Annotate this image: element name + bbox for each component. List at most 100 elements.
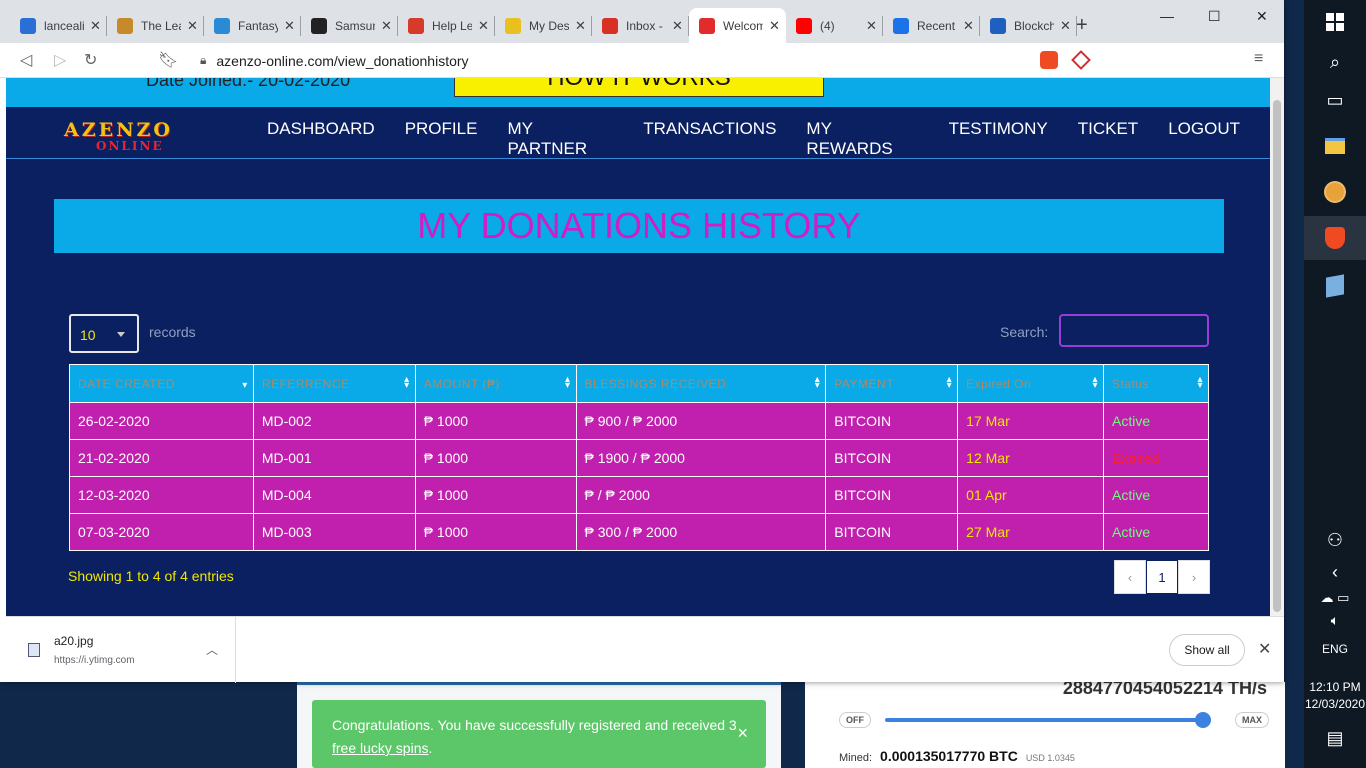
sort-icon[interactable]: ▴ ▾ xyxy=(947,375,953,391)
sort-icon[interactable]: ▾ xyxy=(242,377,248,391)
brave-rewards-icon[interactable] xyxy=(1071,50,1091,70)
page-scrollbar[interactable] xyxy=(1270,78,1284,616)
close-icon[interactable]: ✕ xyxy=(672,18,683,34)
notifications-icon[interactable]: ▤ xyxy=(1304,716,1366,760)
language-indicator[interactable]: ENG xyxy=(1304,642,1366,656)
browser-tab[interactable]: Samsun ✕ xyxy=(301,8,398,43)
browser-tab[interactable]: Recent ✕ xyxy=(883,8,980,43)
browser-tab[interactable]: Welcom ✕ xyxy=(689,8,786,43)
close-icon[interactable]: ✕ xyxy=(769,18,780,34)
column-header[interactable]: DATE CREATED ▾ xyxy=(69,364,254,403)
power-slider[interactable]: OFF MAX xyxy=(839,712,1269,728)
table-cell: ₱ 1000 xyxy=(414,402,577,440)
table-cell: BITCOIN xyxy=(825,439,959,477)
table-cell: 12 Mar xyxy=(957,439,1105,477)
column-header[interactable]: Status ▴ ▾ xyxy=(1103,364,1209,403)
column-header[interactable]: AMOUNT (₱) ▴ ▾ xyxy=(414,364,577,403)
sort-icon[interactable]: ▴ ▾ xyxy=(1092,375,1098,391)
close-icon[interactable]: ✕ xyxy=(187,18,198,34)
sort-icon[interactable]: ▴ ▾ xyxy=(404,375,410,391)
volume-icon[interactable]: 🔈︎ xyxy=(1304,598,1366,642)
pagination-next[interactable]: › xyxy=(1178,560,1210,594)
column-header[interactable]: Expired On ▴ ▾ xyxy=(957,364,1105,403)
pagination-page-1[interactable]: 1 xyxy=(1146,560,1178,594)
nav-profile[interactable]: PROFILE xyxy=(405,119,478,159)
forward-icon[interactable]: ▷ xyxy=(54,50,66,70)
nav-my-partner[interactable]: MY PARTNER xyxy=(507,119,613,159)
close-icon[interactable]: ✕ xyxy=(90,18,101,34)
close-icon[interactable]: ✕ xyxy=(575,18,586,34)
close-icon[interactable]: ✕ xyxy=(963,18,974,34)
menu-icon[interactable]: ≡ xyxy=(1254,50,1263,68)
maximize-icon[interactable]: ☐ xyxy=(1208,8,1221,25)
browser-tab[interactable]: Blockch ✕ xyxy=(980,8,1077,43)
tab-title: Inbox - xyxy=(626,18,663,33)
close-icon[interactable]: ✕ xyxy=(866,18,877,34)
new-tab-icon[interactable]: + xyxy=(1076,14,1088,37)
sort-icon[interactable]: ▴ ▾ xyxy=(565,375,571,391)
favicon-icon xyxy=(20,17,36,34)
how-it-works-button[interactable]: HOW IT WORKS xyxy=(454,78,824,97)
chevron-up-icon[interactable]: ︿ xyxy=(206,641,218,658)
close-icon[interactable]: ✕ xyxy=(1258,639,1271,659)
file-explorer-icon[interactable] xyxy=(1304,124,1366,168)
close-icon[interactable]: × xyxy=(737,722,748,745)
site-logo[interactable]: AZENZO ONLINE xyxy=(64,115,214,153)
close-icon[interactable]: ✕ xyxy=(478,18,489,34)
bookmark-icon[interactable]: 🔖︎ xyxy=(158,50,178,70)
sort-icon[interactable]: ▴ ▾ xyxy=(815,375,821,391)
browser-tab[interactable]: (4) ✕ xyxy=(786,8,883,43)
table-cell: Active xyxy=(1103,513,1209,551)
column-header[interactable]: REFERRENCE ▴ ▾ xyxy=(252,364,416,403)
close-icon[interactable]: ✕ xyxy=(381,18,392,34)
browser-tab[interactable]: My Des ✕ xyxy=(495,8,592,43)
notepad-icon[interactable] xyxy=(1304,264,1366,308)
table-row: 07-03-2020 MD-003 ₱ 1000 ₱ 300 / ₱ 2000 BITC… xyxy=(69,513,1209,551)
nav-my-rewards[interactable]: MY REWARDS xyxy=(806,119,918,159)
app-icon-coin[interactable] xyxy=(1304,170,1366,214)
browser-tab[interactable]: Fantasy ✕ xyxy=(204,8,301,43)
brave-browser-icon[interactable] xyxy=(1304,216,1366,260)
clock-time[interactable]: 12:10 PM xyxy=(1304,680,1366,694)
column-header[interactable]: PAYMENT ▴ ▾ xyxy=(825,364,959,403)
success-toast: Congratulations. You have successfully r… xyxy=(312,700,766,768)
brave-shields-icon[interactable] xyxy=(1040,51,1058,69)
browser-tab[interactable]: The Lea ✕ xyxy=(107,8,204,43)
search-input[interactable] xyxy=(1059,314,1209,347)
table-cell: Active xyxy=(1103,402,1209,440)
show-all-button[interactable]: Show all xyxy=(1169,634,1245,666)
browser-tab[interactable]: Inbox - ✕ xyxy=(592,8,689,43)
close-window-icon[interactable]: ✕ xyxy=(1256,8,1268,25)
back-icon[interactable]: ◁ xyxy=(20,50,32,70)
browser-tab[interactable]: lancealin ✕ xyxy=(10,8,107,43)
nav-ticket[interactable]: TICKET xyxy=(1078,119,1138,159)
background-window-right: 2884770454052214 TH/s OFF MAX Mined: 0.00… xyxy=(805,678,1285,768)
pagination-prev[interactable]: ‹ xyxy=(1114,560,1146,594)
windows-start-icon[interactable] xyxy=(1304,0,1366,44)
address-bar[interactable]: 🔒︎ azenzo-online.com/view_donationhistor… xyxy=(184,47,1030,74)
table-cell: ₱ 1000 xyxy=(414,476,577,514)
table-cell: 27 Mar xyxy=(957,513,1105,551)
nav-logout[interactable]: LOGOUT xyxy=(1168,119,1240,159)
records-per-page-select[interactable]: 10 xyxy=(69,314,139,353)
toast-link[interactable]: free lucky spins xyxy=(332,740,428,756)
table-cell: 01 Apr xyxy=(957,476,1105,514)
nav-testimony[interactable]: TESTIMONY xyxy=(949,119,1048,159)
table-cell: ₱ 900 / ₱ 2000 xyxy=(575,402,827,440)
nav-transactions[interactable]: TRANSACTIONS xyxy=(643,119,776,159)
reload-icon[interactable]: ↻ xyxy=(84,50,97,70)
minimize-icon[interactable]: — xyxy=(1160,8,1174,24)
clock-date[interactable]: 12/03/2020 xyxy=(1304,697,1366,711)
browser-tab[interactable]: Help Le ✕ xyxy=(398,8,495,43)
sort-icon[interactable]: ▴ ▾ xyxy=(1197,375,1203,391)
caret-down-icon xyxy=(117,332,125,337)
slider-thumb[interactable] xyxy=(1195,712,1211,728)
nav-dashboard[interactable]: DASHBOARD xyxy=(267,119,375,159)
scrollbar-thumb[interactable] xyxy=(1273,100,1281,612)
close-icon[interactable]: ✕ xyxy=(1060,18,1071,34)
column-header[interactable]: BLESSINGS RECEIVED ▴ ▾ xyxy=(575,364,827,403)
close-icon[interactable]: ✕ xyxy=(284,18,295,34)
task-view-icon[interactable]: ▭ xyxy=(1304,78,1366,122)
download-item[interactable]: a20.jpg https://i.ytimg.com ︿ xyxy=(6,617,236,683)
slider-track[interactable] xyxy=(885,718,1211,722)
